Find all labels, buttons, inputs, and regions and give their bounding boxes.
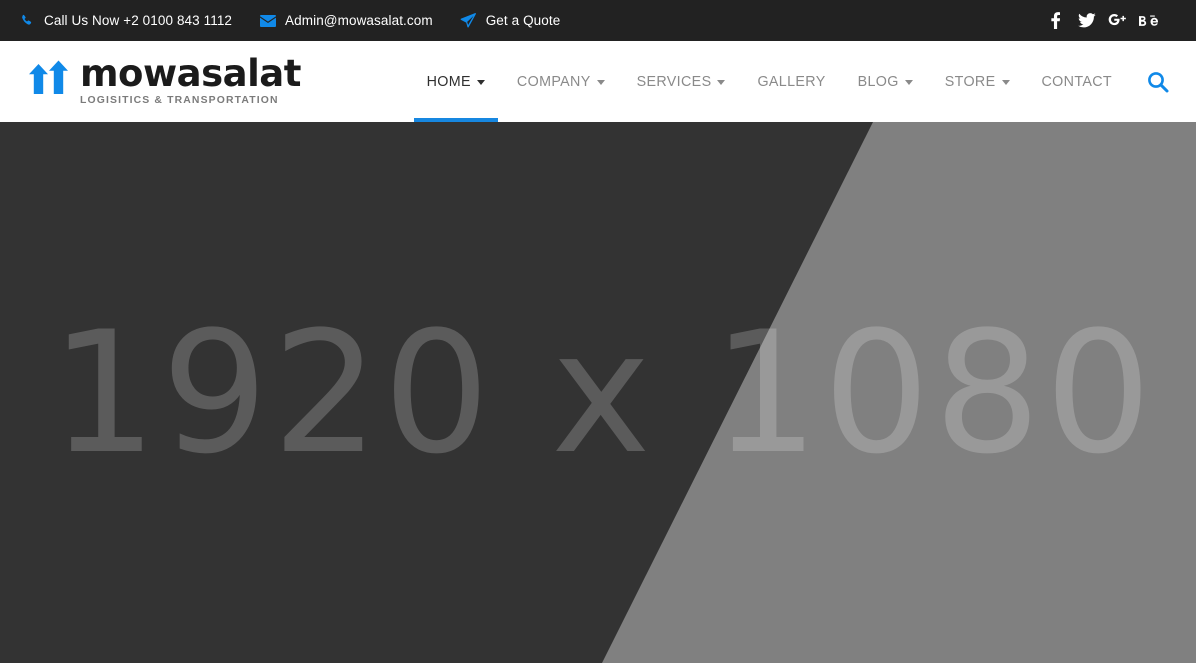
nav-item-company[interactable]: COMPANY: [501, 41, 621, 122]
nav-item-gallery-label: GALLERY: [757, 73, 826, 90]
facebook-icon[interactable]: [1046, 11, 1065, 30]
topbar-contact-links: Call Us Now +2 0100 843 1112 Admin@mowas…: [18, 13, 560, 28]
twitter-icon[interactable]: [1077, 11, 1096, 30]
topbar-link-call[interactable]: Call Us Now +2 0100 843 1112: [18, 13, 232, 28]
paper-plane-icon: [460, 13, 477, 28]
chevron-down-icon: [717, 80, 726, 85]
phone-icon: [18, 13, 35, 28]
nav-item-services[interactable]: SERVICES: [621, 41, 742, 122]
logo[interactable]: mowasalat LOGISITICS & TRANSPORTATION: [26, 51, 301, 106]
topbar-link-call-label: Call Us Now +2 0100 843 1112: [44, 12, 233, 28]
chevron-down-icon: [1001, 80, 1010, 85]
nav-item-gallery[interactable]: GALLERY: [741, 41, 841, 122]
nav-item-store-label: STORE: [944, 73, 996, 90]
nav-item-home-label: HOME: [426, 73, 471, 90]
envelope-icon: [259, 13, 276, 28]
nav-item-company-label: COMPANY: [516, 73, 591, 90]
hero-placeholder-text: 1920 x 1080: [50, 294, 1156, 491]
behance-icon[interactable]: [1139, 11, 1158, 30]
nav-item-home[interactable]: HOME: [411, 41, 501, 122]
topbar-link-email-label: Admin@mowasalat.com: [285, 12, 433, 28]
nav-item-contact-label: CONTACT: [1041, 73, 1112, 90]
nav-item-blog[interactable]: BLOG: [842, 41, 929, 122]
logo-tagline: LOGISITICS & TRANSPORTATION: [80, 94, 279, 106]
primary-navigation: HOME COMPANY SERVICES GALLERY BLOG STORE…: [411, 41, 1178, 122]
nav-item-blog-label: BLOG: [857, 73, 899, 90]
logo-name: mowasalat: [80, 51, 301, 95]
chevron-down-icon: [476, 80, 485, 85]
nav-item-contact[interactable]: CONTACT: [1026, 41, 1129, 122]
main-header: mowasalat LOGISITICS & TRANSPORTATION HO…: [0, 41, 1196, 122]
double-up-arrow-icon: [26, 60, 70, 106]
nav-item-services-label: SERVICES: [636, 73, 712, 90]
topbar-link-quote-label: Get a Quote: [485, 12, 561, 28]
google-plus-icon[interactable]: [1108, 11, 1127, 30]
topbar-link-quote[interactable]: Get a Quote: [460, 13, 561, 28]
nav-item-store[interactable]: STORE: [929, 41, 1026, 122]
chevron-down-icon: [904, 80, 913, 85]
topbar-link-email[interactable]: Admin@mowasalat.com: [259, 13, 433, 28]
topbar-social-links: [1046, 11, 1180, 30]
topbar: Call Us Now +2 0100 843 1112 Admin@mowas…: [0, 0, 1196, 41]
chevron-down-icon: [596, 80, 605, 85]
hero-banner: 1920 x 1080: [0, 122, 1196, 663]
search-icon[interactable]: [1138, 41, 1178, 122]
